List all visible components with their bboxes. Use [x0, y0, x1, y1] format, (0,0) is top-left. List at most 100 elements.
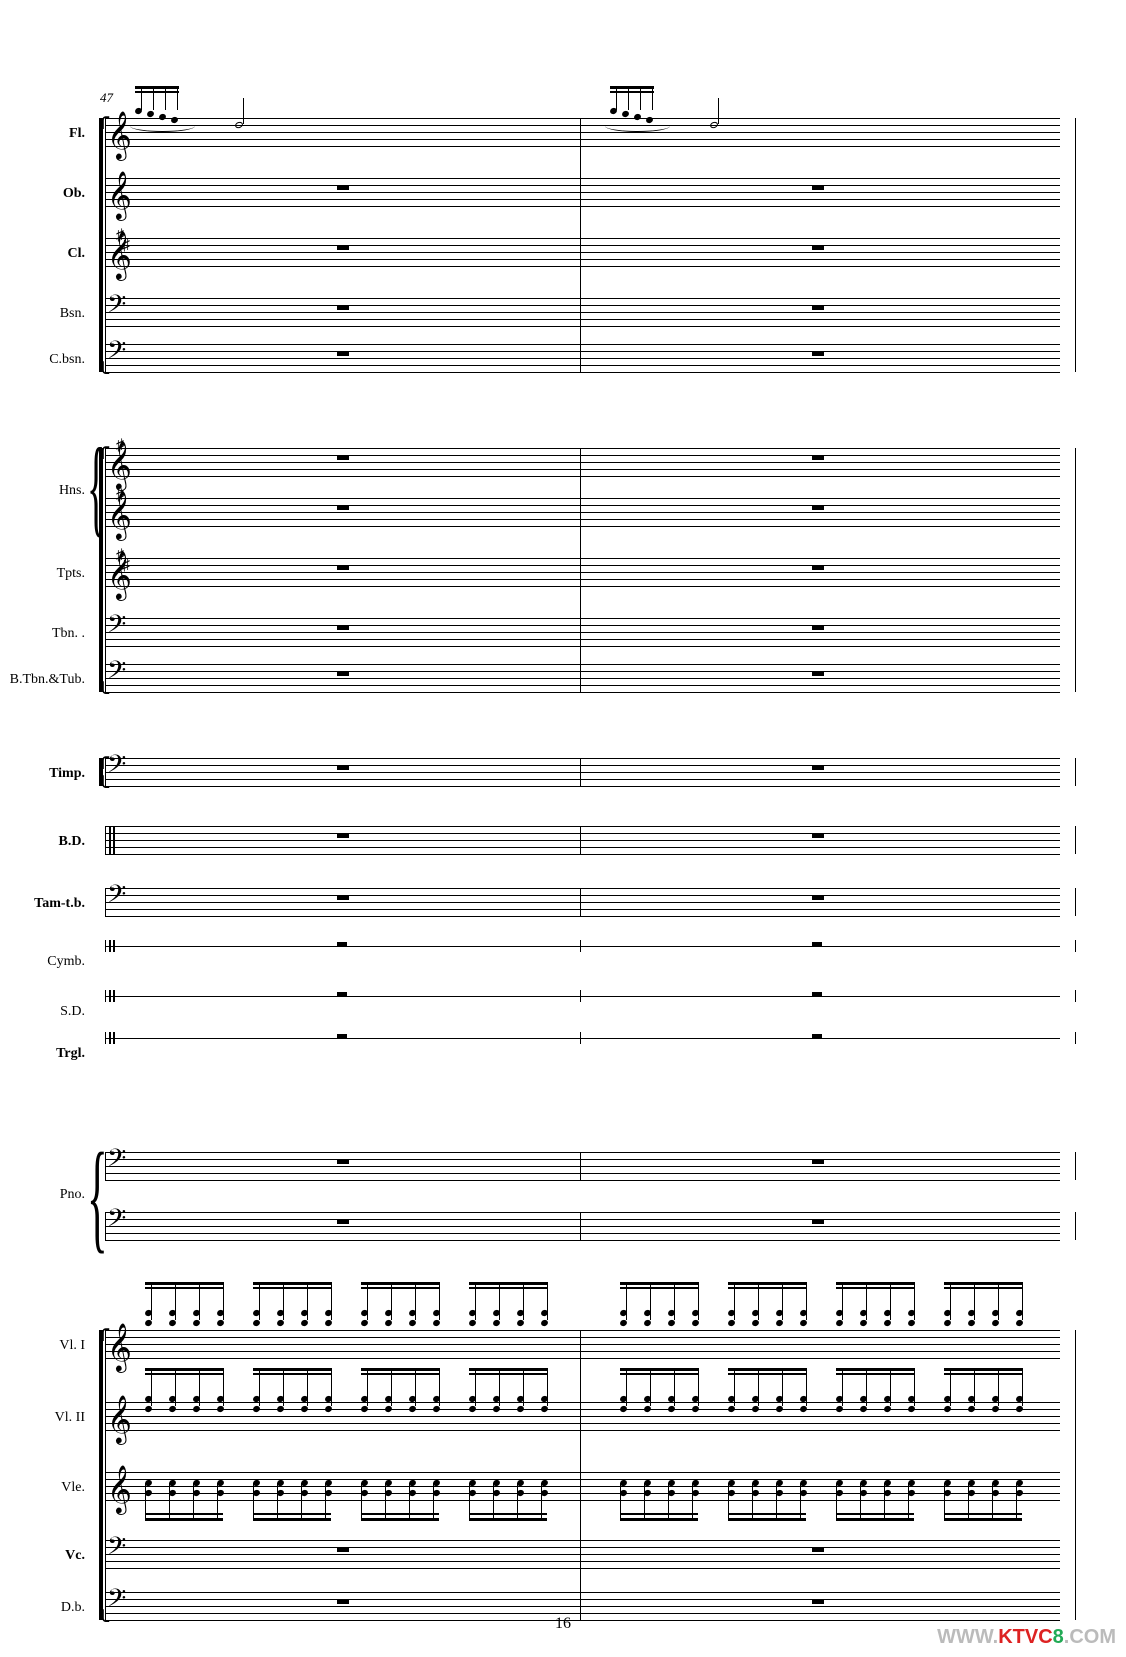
stem [433, 1483, 434, 1521]
beam [728, 1373, 806, 1375]
stem [547, 1282, 548, 1320]
notehead [859, 1405, 868, 1413]
stem [439, 1368, 440, 1406]
notehead [408, 1405, 417, 1413]
staff-line [105, 132, 1060, 133]
staff-line [105, 1159, 1060, 1160]
stem [860, 1483, 861, 1521]
staff-line [105, 1493, 1060, 1494]
staff-line [105, 664, 1060, 665]
stem [1016, 1483, 1017, 1521]
staff-line [105, 1212, 1060, 1213]
staff-line [105, 646, 1060, 647]
instrument-label: B.D. [0, 834, 85, 850]
whole-rest [337, 305, 349, 310]
notehead [643, 1405, 652, 1413]
beam [469, 1518, 547, 1521]
instrument-label: Vl. II [0, 1410, 85, 1426]
notehead [751, 1319, 760, 1327]
stem [409, 1483, 410, 1521]
beam [469, 1513, 547, 1515]
notehead [619, 1319, 628, 1327]
notehead [621, 110, 630, 118]
staff-line [105, 1351, 1060, 1352]
beam [135, 91, 179, 93]
staff-line [105, 1173, 1060, 1174]
notehead [468, 1405, 477, 1413]
barline [1075, 1212, 1076, 1240]
barline [580, 448, 581, 692]
beam [728, 1368, 806, 1371]
notehead [252, 1405, 261, 1413]
stem [668, 1483, 669, 1521]
beam [145, 1373, 223, 1375]
staff-line [105, 625, 1060, 626]
perc-clef-icon [113, 990, 115, 1002]
whole-rest [812, 1159, 824, 1164]
staff-line [105, 358, 1060, 359]
beam [728, 1513, 806, 1515]
stem [547, 1368, 548, 1406]
perc-clef-icon [113, 826, 115, 854]
staff-line [105, 1599, 1060, 1600]
staff-line [105, 199, 1060, 200]
staff-line [105, 344, 1060, 345]
beam [469, 1282, 547, 1285]
barline [580, 940, 581, 952]
staff-line [105, 469, 1060, 470]
staff-line [105, 916, 1060, 917]
whole-rest [812, 1599, 824, 1604]
barline [1075, 758, 1076, 786]
notehead [967, 1405, 976, 1413]
whole-rest [812, 1034, 822, 1038]
beam [145, 1368, 223, 1371]
barline [105, 1152, 106, 1180]
notehead [799, 1405, 808, 1413]
beam [836, 1518, 914, 1521]
whole-rest [812, 765, 824, 770]
beam [944, 1287, 1022, 1289]
whole-rest [812, 351, 824, 356]
staff-line [105, 1152, 1060, 1153]
beam [620, 1287, 698, 1289]
barline [1075, 888, 1076, 916]
notehead [168, 1319, 177, 1327]
notehead [943, 1405, 952, 1413]
notehead [492, 1405, 501, 1413]
staff-line [105, 847, 1060, 848]
staff-line [105, 1540, 1060, 1541]
barline [580, 1330, 581, 1620]
whole-rest [337, 992, 347, 996]
staff-line [105, 252, 1060, 253]
stem [914, 1282, 915, 1320]
whole-rest [337, 942, 347, 946]
perc-clef-icon [109, 940, 111, 952]
staff-line [105, 772, 1060, 773]
barline [1075, 1032, 1076, 1044]
beam [620, 1368, 698, 1371]
instrument-label: Vc. [0, 1548, 85, 1564]
staff-line [105, 909, 1060, 910]
stem [968, 1483, 969, 1521]
whole-rest [337, 1599, 349, 1604]
staff-line [105, 1620, 1060, 1621]
staff-line [105, 351, 1060, 352]
beam [944, 1513, 1022, 1515]
staff-line [105, 1486, 1060, 1487]
beam [944, 1368, 1022, 1371]
staff-line [105, 526, 1060, 527]
stem [698, 1368, 699, 1406]
staff-line [105, 996, 1060, 997]
staff-line [105, 1561, 1060, 1562]
notehead [146, 110, 155, 118]
whole-rest [812, 565, 824, 570]
beam [469, 1373, 547, 1375]
stem [541, 1483, 542, 1521]
notehead [667, 1319, 676, 1327]
barline [1075, 990, 1076, 1002]
instrument-label: Timp. [0, 766, 85, 782]
beam [620, 1282, 698, 1285]
staff-line [105, 685, 1060, 686]
notehead [216, 1405, 225, 1413]
whole-rest [812, 625, 824, 630]
